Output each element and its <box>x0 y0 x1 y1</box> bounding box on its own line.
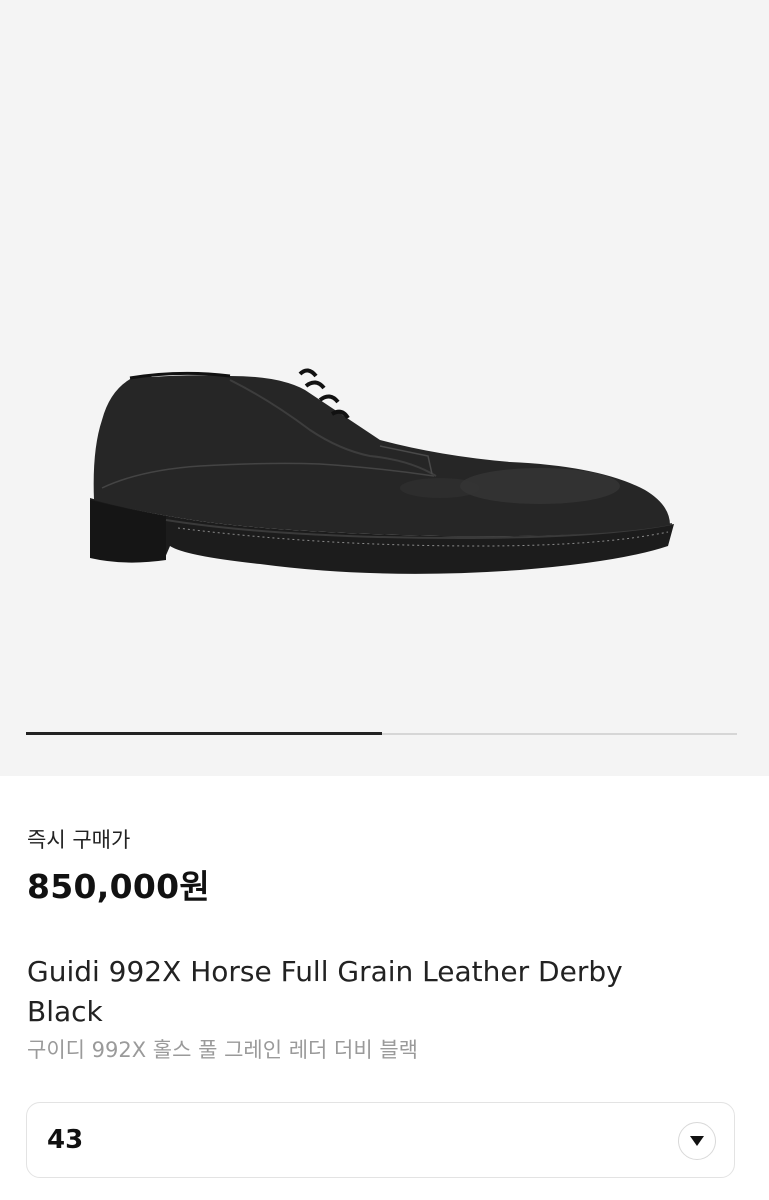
size-dropdown-button[interactable] <box>678 1122 716 1160</box>
product-image-gallery[interactable] <box>0 0 769 776</box>
price-value: 850,000원 <box>27 867 211 906</box>
gallery-progress-track <box>26 732 737 735</box>
price-label: 즉시 구매가 <box>27 828 131 852</box>
chevron-down-icon <box>690 1136 704 1146</box>
product-image <box>90 368 674 574</box>
product-title-korean: 구이디 992X 홀스 풀 그레인 레더 더비 블랙 <box>27 1038 418 1062</box>
size-select[interactable]: 43 <box>26 1102 735 1178</box>
gallery-progress-indicator <box>26 732 382 735</box>
size-selected-value: 43 <box>47 1125 84 1155</box>
product-title: Guidi 992X Horse Full Grain Leather Derb… <box>27 955 623 1028</box>
